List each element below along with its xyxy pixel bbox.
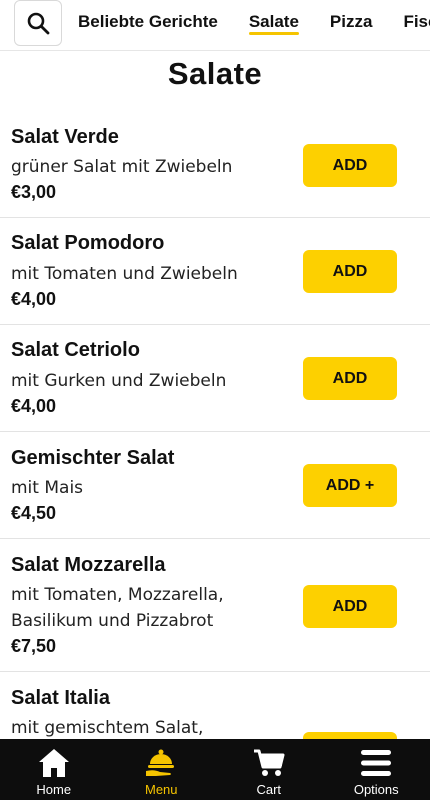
menu-item: Salat Cetriolo mit Gurken und Zwiebeln €… — [0, 325, 430, 432]
search-button[interactable] — [14, 0, 62, 46]
home-icon — [38, 749, 69, 777]
item-description: mit Tomaten und Zwiebeln — [11, 264, 238, 284]
item-name: Salat Mozzarella — [11, 554, 166, 576]
nav-label: Home — [36, 782, 72, 797]
item-name: Salat Cetriolo — [11, 339, 140, 361]
nav-menu[interactable]: Menu — [108, 739, 216, 800]
tab-pizza[interactable]: Pizza — [330, 0, 373, 34]
hamburger-icon — [361, 750, 392, 776]
nav-label: Menu — [144, 782, 178, 797]
item-description: grüner Salat mit Zwiebeln — [11, 157, 233, 177]
category-tabs: Beliebte Gerichte Salate Pizza Fisch — [78, 0, 430, 50]
menu-cloche-icon — [146, 749, 175, 776]
nav-options[interactable]: Options — [323, 739, 430, 800]
add-button[interactable]: ADD + — [303, 464, 397, 507]
item-description: mit Mais — [11, 478, 84, 498]
menu-list: Salat Verde grüner Salat mit Zwiebeln €3… — [0, 112, 430, 775]
item-name: Salat Pomodoro — [11, 232, 165, 254]
nav-label: Cart — [256, 782, 282, 797]
item-price: €4,00 — [11, 289, 57, 309]
add-button[interactable]: ADD — [303, 250, 397, 293]
tab-beliebte-gerichte[interactable]: Beliebte Gerichte — [78, 0, 218, 34]
menu-item: Gemischter Salat mit Mais €4,50 ADD + — [0, 432, 430, 539]
search-icon — [27, 12, 50, 35]
item-description: mit gemischtem Salat, — [11, 718, 204, 738]
menu-item: Salat Mozzarella mit Tomaten, Mozzarella… — [0, 539, 430, 672]
cart-icon — [253, 749, 285, 776]
nav-home[interactable]: Home — [0, 739, 108, 800]
add-button[interactable]: ADD — [303, 357, 397, 400]
item-name: Salat Italia — [11, 687, 110, 709]
item-description: mit Tomaten, Mozzarella, Basilikum und P… — [11, 585, 224, 631]
item-price: €4,50 — [11, 503, 57, 523]
item-description: mit Gurken und Zwiebeln — [11, 371, 227, 391]
menu-item: Salat Pomodoro mit Tomaten und Zwiebeln … — [0, 218, 430, 325]
category-bar: Beliebte Gerichte Salate Pizza Fisch — [0, 0, 430, 51]
item-name: Gemischter Salat — [11, 447, 175, 469]
add-button[interactable]: ADD — [303, 585, 397, 628]
tab-salate[interactable]: Salate — [248, 0, 300, 35]
section-title: Salate — [167, 56, 263, 91]
item-name: Salat Verde — [11, 126, 119, 148]
menu-item: Salat Verde grüner Salat mit Zwiebeln €3… — [0, 112, 430, 218]
item-price: €7,50 — [11, 636, 57, 656]
item-price: €4,00 — [11, 396, 57, 416]
nav-label: Options — [353, 782, 399, 797]
nav-cart[interactable]: Cart — [215, 739, 323, 800]
item-price: €3,00 — [11, 182, 57, 202]
tab-fisch[interactable]: Fisch — [403, 0, 430, 34]
bottom-nav: Home Menu Cart Options — [0, 739, 430, 800]
add-button[interactable]: ADD — [303, 144, 397, 187]
